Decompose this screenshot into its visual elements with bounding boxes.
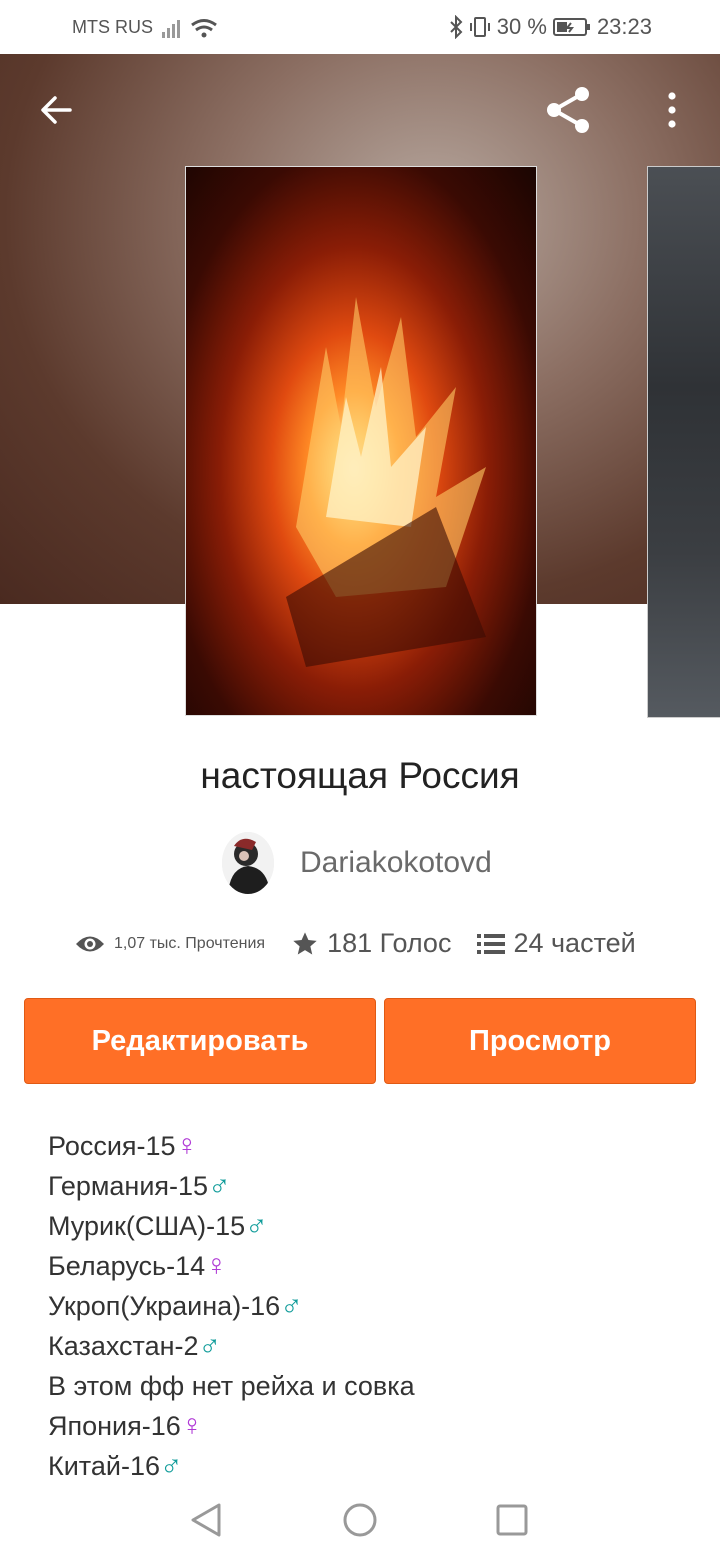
signal-wifi-icon [162,19,217,38]
status-bar: MTS RUS 30 % 23:23 [0,0,720,54]
story-cover-image[interactable] [185,166,537,716]
votes-count: 181 Голос [327,928,452,958]
triangle-back-icon [191,1503,221,1537]
description-line: Беларусь-14♀ [48,1249,228,1282]
view-button[interactable]: Просмотр [384,998,696,1084]
description-line: Казахстан-2♂ [48,1329,222,1362]
back-button[interactable] [26,80,86,140]
list-icon [477,933,506,954]
description-line: Россия-15♀ [48,1129,199,1162]
reads-stat: 1,07 тыс. Прочтения [74,933,265,955]
system-nav-bar [0,1478,720,1560]
story-description: Россия-15♀ Германия-15♂ Мурик(США)-15♂ Б… [48,1126,415,1486]
story-stats: 1,07 тыс. Прочтения 181 Голос 24 частей [74,928,636,959]
description-line: Германия-15♂ [48,1169,231,1202]
vibrate-icon [469,17,490,37]
square-recents-icon [496,1504,528,1536]
more-vertical-icon [668,92,676,128]
reads-count: 1,07 тыс. Прочтения [114,934,266,952]
author-row[interactable]: Dariakokotovd [222,832,492,894]
share-button[interactable] [538,80,598,140]
battery-icon [552,18,590,36]
parts-count[interactable]: 24 частей [513,928,635,959]
votes-stat: 181 Голос [291,928,451,959]
eye-icon [76,936,104,951]
avatar[interactable] [222,832,274,894]
more-button[interactable] [642,80,702,140]
description-line: Укроп(Украина)-16♂ [48,1289,303,1322]
fire-image [286,297,486,667]
description-line: Япония-16♀ [48,1409,204,1442]
bluetooth-icon [450,15,463,39]
star-icon [293,931,317,954]
circle-home-icon [343,1503,377,1537]
share-icon [547,87,589,133]
carrier-label: MTS RUS [72,17,153,37]
description-line: В этом фф нет рейха и совка [48,1371,415,1401]
avatar-image [222,832,274,894]
battery-percent: 30 % [496,14,547,39]
parts-stat[interactable]: 24 частей [477,928,636,959]
nav-home-button[interactable] [338,1498,382,1542]
arrow-left-icon [41,96,72,124]
story-title: настоящая Россия [200,755,520,796]
nav-back-button[interactable] [184,1498,228,1542]
next-story-cover[interactable] [647,166,720,718]
description-line: Мурик(США)-15♂ [48,1209,268,1242]
edit-button[interactable]: Редактировать [24,998,376,1084]
nav-recents-button[interactable] [490,1498,534,1542]
clock: 23:23 [596,14,652,39]
author-name[interactable]: Dariakokotovd [300,846,492,880]
